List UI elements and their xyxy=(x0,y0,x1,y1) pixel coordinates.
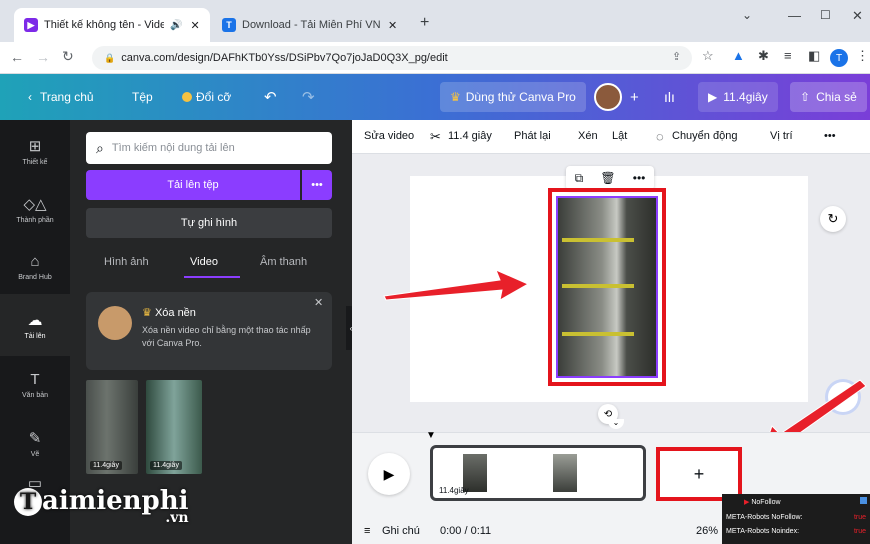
seo-overlay: ▶ NoFollow META-Robots NoFollow: true ME… xyxy=(722,494,870,544)
zoom-level[interactable]: 26% xyxy=(696,525,718,537)
notes-button[interactable]: Ghi chú xyxy=(382,525,420,537)
plus-icon: + xyxy=(693,463,705,484)
time-display: 0:00 / 0:11 xyxy=(440,525,492,537)
clip-frame xyxy=(553,454,577,492)
nofollow-row: ▶ NoFollow xyxy=(744,498,781,506)
robots-row: META-Robots Noindex: true xyxy=(726,528,866,535)
row-key: META-Robots NoFollow: xyxy=(726,514,803,521)
row-val: true xyxy=(853,514,866,521)
triangle-icon: ▶ xyxy=(744,499,750,506)
nofollow-label: NoFollow xyxy=(751,499,781,506)
robots-row: META-Robots NoFollow: true xyxy=(726,514,866,521)
row-val: true xyxy=(853,528,866,535)
timeline-clip[interactable]: 11.4giây xyxy=(430,445,646,501)
add-clip-button[interactable]: + xyxy=(656,447,742,501)
clip-duration-label: 11.4giây xyxy=(439,486,469,495)
play-button[interactable]: ▶ xyxy=(368,453,410,495)
playhead-marker[interactable]: ▼ xyxy=(426,430,436,441)
checkbox-icon[interactable] xyxy=(860,497,867,504)
row-key: META-Robots Noindex: xyxy=(726,528,800,535)
red-arrow-left xyxy=(383,269,530,301)
notes-icon[interactable]: ≡ xyxy=(364,525,370,537)
